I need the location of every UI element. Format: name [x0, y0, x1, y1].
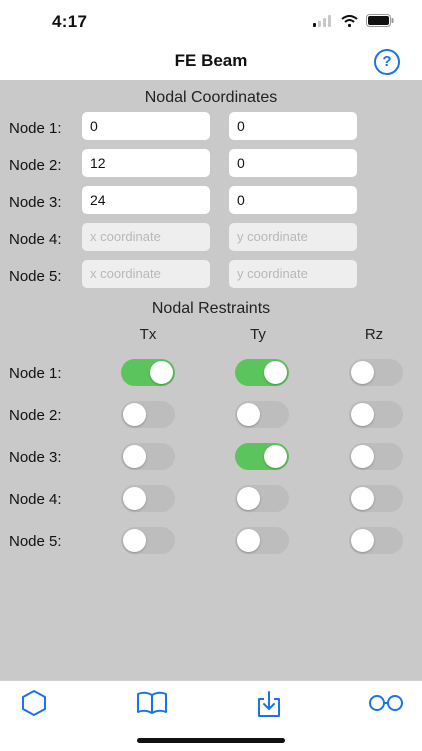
toggle-knob	[351, 361, 374, 384]
toggle-knob	[351, 403, 374, 426]
column-header-rz: Rz	[364, 326, 384, 343]
glasses-icon[interactable]	[368, 693, 404, 713]
y-coordinate-field[interactable]: 0	[229, 186, 357, 214]
y-coordinate-field[interactable]: y coordinate	[229, 260, 357, 288]
node-label: Node 2:	[9, 407, 62, 424]
node-label: Node 4:	[9, 491, 62, 508]
rz-toggle[interactable]	[349, 359, 403, 386]
y-coordinate-field[interactable]: 0	[229, 112, 357, 140]
y-coordinate-field[interactable]: y coordinate	[229, 223, 357, 251]
column-header-tx: Tx	[139, 326, 157, 343]
toggle-knob	[237, 403, 260, 426]
toggle-knob	[237, 529, 260, 552]
node-label: Node 1:	[9, 365, 62, 382]
node-label: Node 2:	[9, 157, 62, 174]
rz-toggle[interactable]	[349, 443, 403, 470]
wifi-icon	[341, 14, 358, 27]
ty-toggle[interactable]	[235, 443, 289, 470]
x-coordinate-field[interactable]: 0	[82, 112, 210, 140]
toggle-knob	[264, 361, 287, 384]
rz-toggle[interactable]	[349, 485, 403, 512]
navigation-bar: FE Beam ?	[0, 44, 422, 80]
page-title: FE Beam	[174, 51, 248, 70]
node-label: Node 1:	[9, 120, 62, 137]
x-coordinate-field[interactable]: x coordinate	[82, 260, 210, 288]
y-coordinate-field[interactable]: 0	[229, 149, 357, 177]
hexagon-icon[interactable]	[21, 689, 47, 717]
status-time: 4:17	[52, 12, 88, 31]
node-label: Node 3:	[9, 449, 62, 466]
x-coordinate-field[interactable]: 24	[82, 186, 210, 214]
signal-icon	[313, 14, 331, 27]
tx-toggle[interactable]	[121, 443, 175, 470]
toggle-knob	[237, 487, 260, 510]
tx-toggle[interactable]	[121, 401, 175, 428]
node-label: Node 5:	[9, 533, 62, 550]
ty-toggle[interactable]	[235, 401, 289, 428]
toggle-knob	[150, 361, 173, 384]
download-tray-icon[interactable]	[256, 689, 282, 719]
toggle-knob	[264, 445, 287, 468]
tx-toggle[interactable]	[121, 527, 175, 554]
coordinates-title: Nodal Coordinates	[144, 89, 278, 106]
toggle-knob	[123, 445, 146, 468]
column-header-ty: Ty	[250, 326, 266, 343]
toggle-knob	[123, 403, 146, 426]
rz-toggle[interactable]	[349, 401, 403, 428]
restraints-title: Nodal Restraints	[151, 300, 271, 317]
help-icon[interactable]: ?	[374, 49, 400, 75]
node-label: Node 3:	[9, 194, 62, 211]
tab-bar	[0, 680, 422, 751]
ty-toggle[interactable]	[235, 527, 289, 554]
toggle-knob	[351, 487, 374, 510]
x-coordinate-field[interactable]: 12	[82, 149, 210, 177]
ty-toggle[interactable]	[235, 359, 289, 386]
x-coordinate-field[interactable]: x coordinate	[82, 223, 210, 251]
tx-toggle[interactable]	[121, 359, 175, 386]
status-bar: 4:17	[0, 0, 422, 44]
battery-icon	[366, 14, 394, 27]
book-icon[interactable]	[136, 689, 168, 717]
toggle-knob	[351, 445, 374, 468]
toggle-knob	[123, 529, 146, 552]
status-icons	[313, 14, 394, 27]
tx-toggle[interactable]	[121, 485, 175, 512]
rz-toggle[interactable]	[349, 527, 403, 554]
home-indicator	[137, 738, 285, 743]
content-panel: Nodal Coordinates Node 1: 0 0 Node 2: 12…	[0, 80, 422, 680]
toggle-knob	[123, 487, 146, 510]
node-label: Node 4:	[9, 231, 62, 248]
node-label: Node 5:	[9, 268, 62, 285]
ty-toggle[interactable]	[235, 485, 289, 512]
toggle-knob	[351, 529, 374, 552]
